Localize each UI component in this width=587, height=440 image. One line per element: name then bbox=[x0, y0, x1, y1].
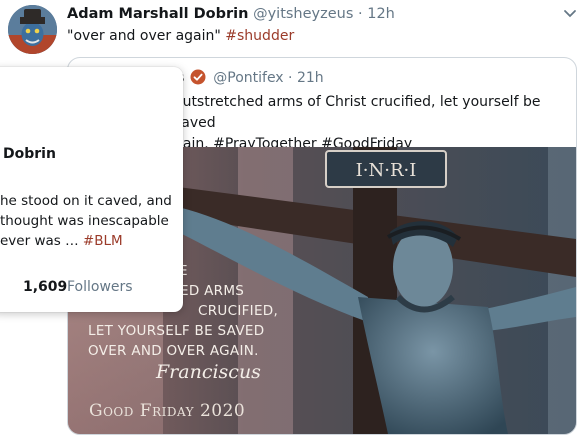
tweet-text: "over and over again" #shudder bbox=[67, 28, 294, 44]
overlay-line: OVER AND OVER AGAIN. bbox=[88, 343, 259, 359]
bio-line: thought was inescapable bbox=[0, 213, 169, 229]
followers-label[interactable]: Followers bbox=[67, 279, 133, 295]
tweet-time[interactable]: 12h bbox=[367, 6, 395, 22]
profile-hover-card[interactable]: Dobrin he stood on it caved, and thought… bbox=[0, 67, 183, 312]
separator-dot: · bbox=[358, 6, 363, 22]
author-name[interactable]: Adam Marshall Dobrin bbox=[67, 6, 248, 22]
bio-line: he stood on it caved, and bbox=[0, 193, 172, 209]
quoted-tweet-header: s @Pontifex · 21h bbox=[176, 69, 324, 86]
hover-card-bio: he stood on it caved, and thought was in… bbox=[0, 191, 180, 251]
image-footer-text: Good Friday 2020 bbox=[89, 401, 246, 421]
hashtag-link[interactable]: #shudder bbox=[225, 28, 294, 44]
separator-dot: · bbox=[288, 70, 293, 86]
quoted-tweet-time[interactable]: 21h bbox=[297, 70, 324, 86]
quoted-text-line: outstretched arms of Christ crucified, l… bbox=[174, 94, 541, 131]
more-options-chevron-icon[interactable] bbox=[560, 6, 580, 22]
avatar-image bbox=[8, 5, 57, 54]
signature-text: Franciscus bbox=[156, 361, 261, 383]
hover-card-name[interactable]: Dobrin bbox=[3, 146, 56, 162]
quoted-author-handle[interactable]: @Pontifex bbox=[213, 70, 283, 86]
verified-badge-icon bbox=[190, 69, 206, 85]
bio-line: ever was … bbox=[0, 233, 79, 249]
overlay-line: LET YOURSELF BE SAVED bbox=[88, 323, 265, 339]
followers-count[interactable]: 1,609 bbox=[23, 279, 67, 295]
tweet-text-body: "over and over again" bbox=[67, 28, 221, 44]
avatar[interactable] bbox=[8, 5, 57, 54]
inri-sign-text: I·N·R·I bbox=[356, 160, 417, 181]
tweet-header: Adam Marshall Dobrin @yitsheyzeus · 12h bbox=[67, 6, 395, 22]
bio-hashtag-link[interactable]: #BLM bbox=[83, 233, 123, 249]
author-handle[interactable]: @yitsheyzeus bbox=[253, 6, 353, 22]
bio-line-with-tag: ever was … #BLM bbox=[0, 231, 180, 251]
quoted-tweet-text: outstretched arms of Christ crucified, l… bbox=[174, 92, 574, 155]
